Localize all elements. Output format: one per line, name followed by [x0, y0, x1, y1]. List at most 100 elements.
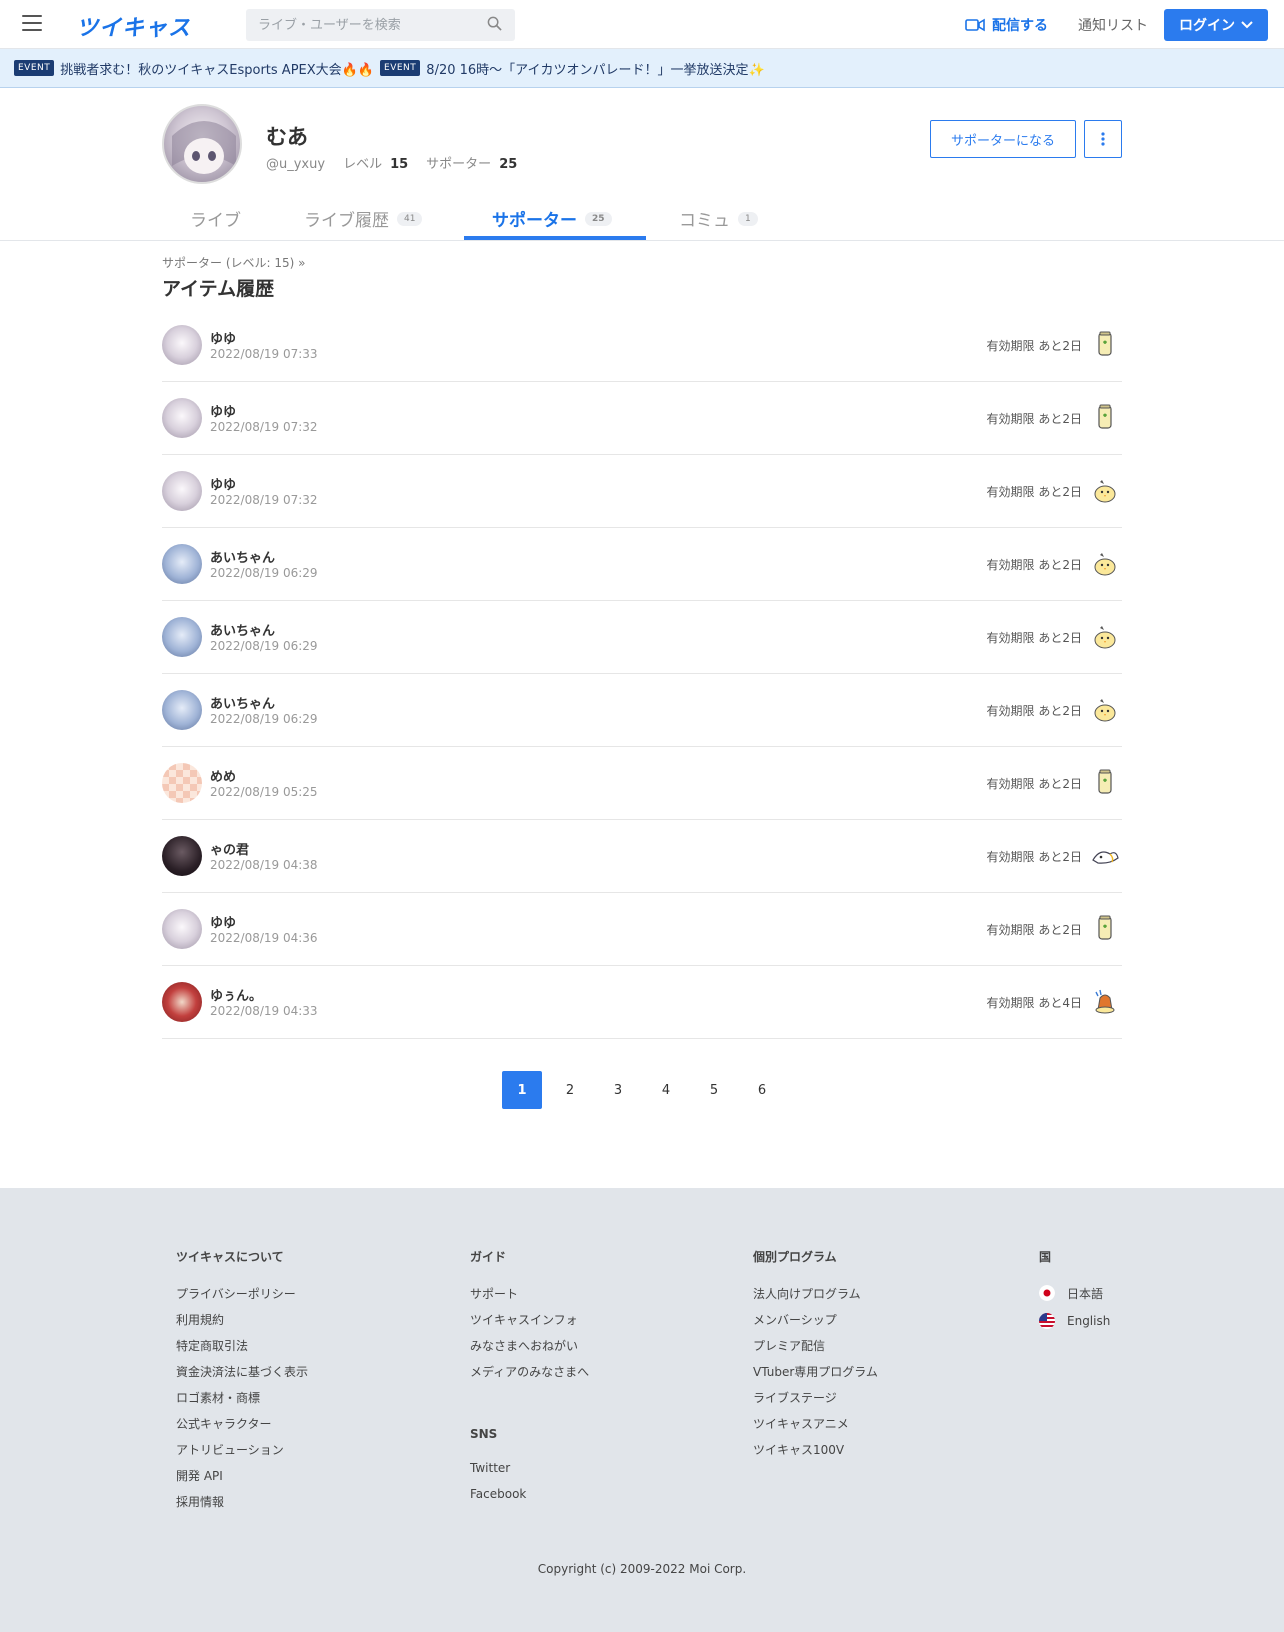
tab-live[interactable]: ライブ [190, 206, 241, 231]
footer-link[interactable]: 特定商取引法 [176, 1337, 308, 1353]
level-label: レベル [343, 157, 383, 172]
item-date: 2022/08/19 06:29 [210, 712, 318, 726]
login-button[interactable]: ログイン [1164, 9, 1268, 41]
footer-link[interactable]: アトリビューション [176, 1441, 308, 1457]
language-japanese[interactable]: 日本語 [1039, 1285, 1110, 1301]
item-expiry: 有効期限 あと2日 [986, 704, 1082, 718]
item-expiry: 有効期限 あと2日 [986, 558, 1082, 572]
search-input[interactable] [246, 9, 515, 41]
page-button-6[interactable]: 6 [742, 1071, 782, 1109]
footer-link[interactable]: 法人向けプログラム [753, 1285, 878, 1301]
tab-supporter[interactable]: サポーター 25 [492, 206, 612, 231]
tab-count: 25 [585, 211, 612, 226]
page-button-4[interactable]: 4 [646, 1071, 686, 1109]
user-avatar[interactable] [162, 763, 202, 803]
footer-heading: 個別プログラム [753, 1250, 837, 1264]
profile-avatar-image [172, 121, 236, 174]
page-button-3[interactable]: 3 [598, 1071, 638, 1109]
user-avatar[interactable] [162, 617, 202, 657]
footer-link[interactable]: 利用規約 [176, 1311, 308, 1327]
language-english[interactable]: English [1039, 1313, 1110, 1329]
list-item[interactable]: あいちゃん 2022/08/19 06:29 有効期限 あと2日 [162, 674, 1122, 747]
footer-link[interactable]: 公式キャラクター [176, 1415, 308, 1431]
user-name[interactable]: ゃの君 [210, 839, 249, 858]
item-expiry: 有効期限 あと4日 [986, 996, 1082, 1010]
footer-link[interactable]: メディアのみなさまへ [470, 1363, 589, 1379]
footer-column-programs: 個別プログラム 法人向けプログラム メンバーシップ プレミア配信 VTuber専… [753, 1248, 878, 1467]
tab-community[interactable]: コミュ 1 [679, 206, 758, 231]
list-item[interactable]: ゆぅん。 2022/08/19 04:33 有効期限 あと4日 [162, 966, 1122, 1039]
tea-can-icon [1090, 767, 1120, 797]
footer-heading: ツイキャスについて [176, 1250, 284, 1264]
item-expiry: 有効期限 あと2日 [986, 412, 1082, 426]
user-avatar[interactable] [162, 836, 202, 876]
hamburger-menu-icon[interactable] [22, 15, 42, 33]
footer-link[interactable]: 開発 API [176, 1467, 308, 1483]
footer-link[interactable]: 採用情報 [176, 1493, 308, 1509]
footer-link[interactable]: ライブステージ [753, 1389, 878, 1405]
footer-link[interactable]: プライバシーポリシー [176, 1285, 308, 1301]
page-button-5[interactable]: 5 [694, 1071, 734, 1109]
user-avatar[interactable] [162, 325, 202, 365]
item-expiry: 有効期限 あと2日 [986, 485, 1082, 499]
user-name[interactable]: あいちゃん [210, 620, 275, 639]
supporter-count: 25 [499, 157, 518, 172]
list-item[interactable]: ゆゆ 2022/08/19 07:32 有効期限 あと2日 [162, 455, 1122, 528]
item-date: 2022/08/19 07:33 [210, 347, 318, 361]
user-name[interactable]: あいちゃん [210, 547, 275, 566]
tab-label: ライブ履歴 [304, 211, 389, 231]
page-button-1[interactable]: 1 [502, 1071, 542, 1109]
user-name[interactable]: あいちゃん [210, 693, 275, 712]
footer-link[interactable]: ロゴ素材・商標 [176, 1389, 308, 1405]
list-item[interactable]: あいちゃん 2022/08/19 06:29 有効期限 あと2日 [162, 528, 1122, 601]
user-name[interactable]: ゆゆ [210, 328, 236, 347]
footer-link[interactable]: ツイキャスアニメ [753, 1415, 878, 1431]
user-avatar[interactable] [162, 471, 202, 511]
more-options-button[interactable] [1084, 120, 1122, 158]
search-icon[interactable] [487, 16, 502, 31]
footer-link[interactable]: みなさまへおねがい [470, 1337, 589, 1353]
broadcast-button[interactable]: 配信する [965, 15, 1048, 35]
event-link[interactable]: 8/20 16時〜「アイカツオンパレード！」一挙放送決定✨ [426, 59, 764, 78]
user-avatar[interactable] [162, 690, 202, 730]
become-supporter-button[interactable]: サポーターになる [930, 120, 1076, 158]
user-avatar[interactable] [162, 982, 202, 1022]
footer-link[interactable]: ツイキャス100V [753, 1441, 878, 1457]
footer-heading-sns: SNS [470, 1427, 498, 1441]
profile-avatar[interactable] [162, 104, 242, 184]
event-link[interactable]: 挑戦者求む！秋のツイキャスEsports APEX大会🔥🔥 [60, 59, 374, 78]
user-avatar[interactable] [162, 544, 202, 584]
list-item[interactable]: めめ 2022/08/19 05:25 有効期限 あと2日 [162, 747, 1122, 820]
footer-link[interactable]: プレミア配信 [753, 1337, 878, 1353]
list-item[interactable]: ゆゆ 2022/08/19 07:32 有効期限 あと2日 [162, 382, 1122, 455]
list-item[interactable]: あいちゃん 2022/08/19 06:29 有効期限 あと2日 [162, 601, 1122, 674]
footer-link[interactable]: VTuber専用プログラム [753, 1363, 878, 1379]
user-name[interactable]: ゆゆ [210, 401, 236, 420]
footer-link[interactable]: サポート [470, 1285, 589, 1301]
event-badge: EVENT [380, 60, 421, 76]
login-label: ログイン [1179, 18, 1235, 34]
list-item[interactable]: ゆゆ 2022/08/19 04:36 有効期限 あと2日 [162, 893, 1122, 966]
user-name[interactable]: ゆぅん。 [210, 985, 262, 1004]
tab-live-history[interactable]: ライブ履歴 41 [304, 206, 423, 231]
page-button-2[interactable]: 2 [550, 1071, 590, 1109]
user-avatar[interactable] [162, 398, 202, 438]
footer-link[interactable]: 資金決済法に基づく表示 [176, 1363, 308, 1379]
item-date: 2022/08/19 05:25 [210, 785, 318, 799]
footer-link[interactable]: メンバーシップ [753, 1311, 878, 1327]
bell-chick-icon [1090, 986, 1120, 1016]
user-avatar[interactable] [162, 909, 202, 949]
notification-list-link[interactable]: 通知リスト [1078, 15, 1148, 35]
list-item[interactable]: ゆゆ 2022/08/19 07:33 有効期限 あと2日 [162, 309, 1122, 382]
footer-link-facebook[interactable]: Facebook [470, 1487, 589, 1503]
breadcrumb[interactable]: サポーター (レベル: 15) » [162, 254, 305, 271]
tea-can-icon [1090, 329, 1120, 359]
user-name[interactable]: ゆゆ [210, 474, 236, 493]
site-logo[interactable]: ツイキャス [76, 10, 191, 42]
footer-link[interactable]: ツイキャスインフォ [470, 1311, 589, 1327]
list-item[interactable]: ゃの君 2022/08/19 04:38 有効期限 あと2日 [162, 820, 1122, 893]
user-name[interactable]: ゆゆ [210, 912, 236, 931]
footer-column-guide: ガイド サポート ツイキャスインフォ みなさまへおねがい メディアのみなさまへ … [470, 1248, 589, 1513]
footer-link-twitter[interactable]: Twitter [470, 1461, 589, 1477]
user-name[interactable]: めめ [210, 766, 236, 785]
